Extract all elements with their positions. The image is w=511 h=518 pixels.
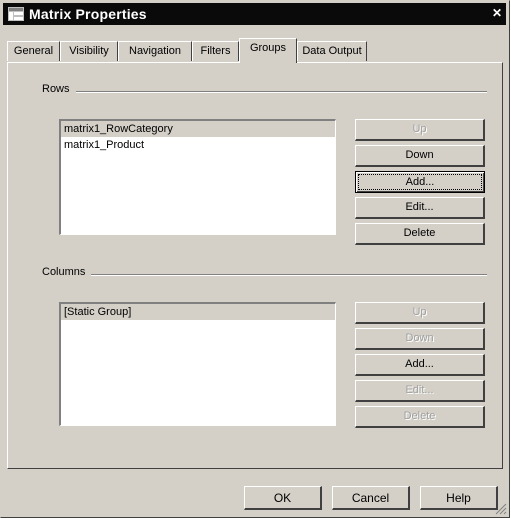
resize-grip-icon[interactable] (495, 503, 507, 515)
rows-down-button[interactable]: Down (355, 145, 485, 167)
list-item[interactable]: [Static Group] (61, 304, 335, 320)
columns-group-divider (91, 274, 487, 276)
columns-edit-button[interactable]: Edit... (355, 380, 485, 402)
cancel-button[interactable]: Cancel (332, 486, 410, 510)
list-item[interactable]: matrix1_Product (61, 137, 335, 153)
tab-general[interactable]: General (7, 41, 60, 61)
columns-listbox[interactable]: [Static Group] (59, 302, 336, 426)
ok-button[interactable]: OK (244, 486, 322, 510)
close-icon[interactable]: ✕ (490, 6, 504, 20)
columns-delete-button[interactable]: Delete (355, 406, 485, 428)
dialog-title: Matrix Properties (29, 6, 147, 22)
tab-navigation[interactable]: Navigation (118, 41, 192, 61)
rows-up-button[interactable]: Up (355, 119, 485, 141)
rows-delete-button[interactable]: Delete (355, 223, 485, 245)
rows-listbox[interactable]: matrix1_RowCategory matrix1_Product (59, 119, 336, 235)
tab-filters[interactable]: Filters (192, 41, 239, 61)
rows-edit-button[interactable]: Edit... (355, 197, 485, 219)
columns-down-button[interactable]: Down (355, 328, 485, 350)
matrix-app-icon (8, 7, 24, 21)
rows-add-button[interactable]: Add... (355, 171, 485, 193)
rows-group-divider (71, 91, 487, 93)
tab-groups[interactable]: Groups (239, 38, 297, 63)
columns-up-button[interactable]: Up (355, 302, 485, 324)
columns-group-label: Columns (42, 266, 92, 278)
rows-group-label: Rows (42, 83, 76, 95)
columns-add-button[interactable]: Add... (355, 354, 485, 376)
help-button[interactable]: Help (420, 486, 498, 510)
tab-visibility[interactable]: Visibility (60, 41, 118, 61)
groups-tab-panel: Rows matrix1_RowCategory matrix1_Product… (7, 62, 503, 469)
title-bar[interactable]: Matrix Properties ✕ (3, 3, 506, 25)
matrix-properties-dialog: Matrix Properties ✕ General Visibility N… (0, 0, 510, 518)
tab-data-output[interactable]: Data Output (297, 41, 367, 61)
list-item[interactable]: matrix1_RowCategory (61, 121, 335, 137)
